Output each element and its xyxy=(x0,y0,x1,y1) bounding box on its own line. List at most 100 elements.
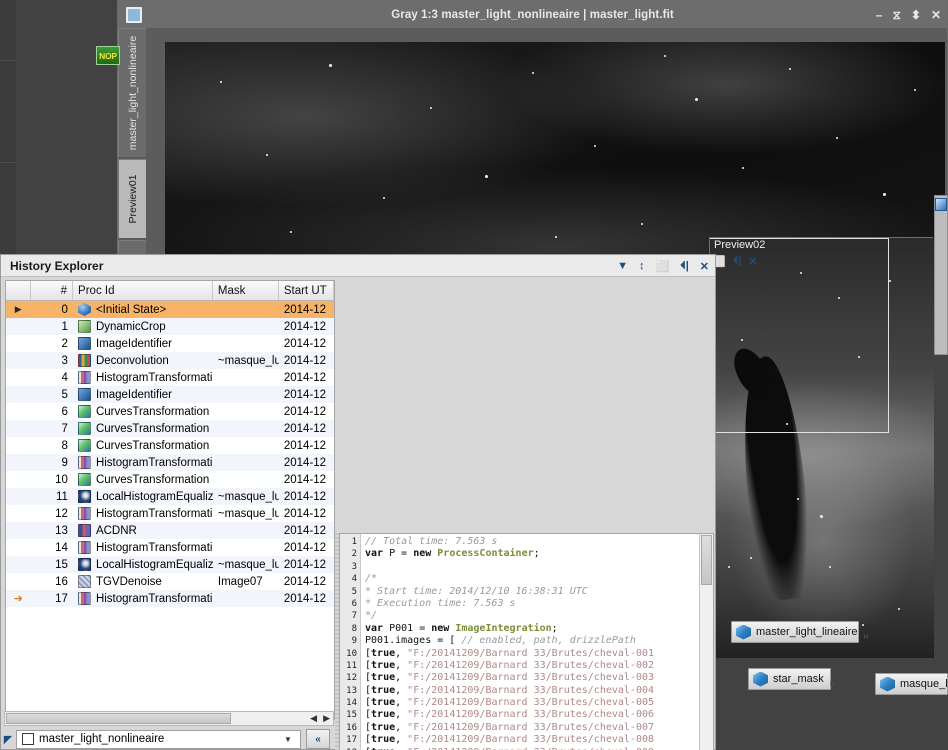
code-line: [true, "F:/20141209/Barnard 33/Brutes/ch… xyxy=(362,722,699,734)
image-window[interactable]: Gray 1:3 master_light_nonlineaire | mast… xyxy=(117,0,948,258)
preview02-canvas[interactable] xyxy=(710,238,934,658)
table-row[interactable]: 13ACDNR2014-12 xyxy=(6,522,334,539)
scroll-left-icon[interactable]: ◀ xyxy=(310,713,317,724)
table-row[interactable]: 8CurvesTransformation2014-12 xyxy=(6,437,334,454)
scrollbar-thumb[interactable] xyxy=(6,713,231,724)
right-edge-panel[interactable] xyxy=(934,195,948,355)
preview02-controls[interactable]: ⬜ ⏴| ✕ xyxy=(712,255,758,268)
table-row[interactable]: 4HistogramTransformation2014-12 xyxy=(6,369,334,386)
row-indicator[interactable] xyxy=(6,488,30,505)
tab-master-light-nonlineaire[interactable]: master_light_nonlineaire xyxy=(118,28,146,158)
tab-preview01[interactable]: Preview01 xyxy=(118,159,146,239)
chevron-down-icon[interactable]: ▼ xyxy=(278,731,298,748)
history-explorer-titlebar[interactable]: History Explorer ▼ ↕ ⬜ ⏴| ✕ xyxy=(1,255,715,277)
row-indicator[interactable] xyxy=(6,335,30,352)
preview02-window[interactable]: Preview02 ⬜ ⏴| ✕ xyxy=(709,237,933,657)
row-indicator[interactable] xyxy=(6,539,30,556)
history-table-body[interactable]: ▶0<Initial State>2014-121DynamicCrop2014… xyxy=(6,301,334,720)
table-row[interactable]: ➜17HistogramTransformation2014-12 xyxy=(6,590,334,607)
proc-id-label: <Initial State> xyxy=(96,304,166,316)
column-header-number[interactable]: # xyxy=(31,281,74,300)
row-indicator[interactable] xyxy=(6,318,30,335)
image-window-controls[interactable]: – ⧖ ⬍ ✕ xyxy=(876,1,941,28)
maximize-icon[interactable]: ⬜ xyxy=(656,260,670,273)
line-number: 5 xyxy=(340,586,360,598)
row-indicator[interactable] xyxy=(6,522,30,539)
updown-icon[interactable]: ↕ xyxy=(639,260,645,272)
code-viewer[interactable]: 1234567891011121314151617181920212223242… xyxy=(339,533,714,750)
row-indicator[interactable] xyxy=(6,437,30,454)
pointer-icon[interactable]: ◤ xyxy=(0,733,16,746)
column-header-expand[interactable] xyxy=(6,281,31,300)
process-tgv-icon xyxy=(78,575,91,588)
cell-number: 9 xyxy=(30,454,73,471)
row-indicator[interactable] xyxy=(6,420,30,437)
maximize-icon[interactable]: ⬍ xyxy=(911,9,921,21)
nop-badge[interactable]: NOP xyxy=(96,46,120,65)
process-hist-icon xyxy=(78,371,91,384)
history-titlebar-controls[interactable]: ▼ ↕ ⬜ ⏴| ✕ xyxy=(617,255,709,277)
cell-mask xyxy=(213,437,279,454)
process-curves-icon xyxy=(78,422,91,435)
row-indicator[interactable] xyxy=(6,352,30,369)
table-row[interactable]: 3Deconvolution~masque_lum2014-12 xyxy=(6,352,334,369)
code-text[interactable]: // Total time: 7.563 svar P = new Proces… xyxy=(362,534,699,750)
table-row[interactable]: 15LocalHistogramEqualization~masque_lum2… xyxy=(6,556,334,573)
column-header-start-ut[interactable]: Start UT xyxy=(279,281,334,300)
history-table[interactable]: # Proc Id Mask Start UT ▶0<Initial State… xyxy=(5,280,335,720)
table-row[interactable]: ▶0<Initial State>2014-12 xyxy=(6,301,334,318)
proc-id-label: ImageIdentifier xyxy=(96,389,172,401)
close-icon[interactable]: ✕ xyxy=(700,260,709,273)
history-table-hscrollbar[interactable]: ◀ ▶ xyxy=(4,711,334,726)
image-canvas[interactable] xyxy=(165,42,945,257)
process-icon-small[interactable] xyxy=(935,198,947,211)
row-indicator[interactable] xyxy=(6,454,30,471)
column-header-mask[interactable]: Mask xyxy=(213,281,279,300)
current-position-icon[interactable]: ➜ xyxy=(6,590,30,607)
chevron-down-icon[interactable]: ▼ xyxy=(617,260,628,272)
history-explorer-window[interactable]: History Explorer ▼ ↕ ⬜ ⏴| ✕ # Proc Id Ma… xyxy=(0,254,716,750)
row-indicator[interactable] xyxy=(6,505,30,522)
image-window-tabs[interactable]: master_light_nonlineaire Preview01 w02 xyxy=(118,28,148,258)
table-hscroll-arrows[interactable]: ◀ ▶ xyxy=(310,713,330,724)
close-icon[interactable]: ✕ xyxy=(931,9,941,21)
table-row[interactable]: 14HistogramTransformation2014-12 xyxy=(6,539,334,556)
table-row[interactable]: 12HistogramTransformation~masque_lum2014… xyxy=(6,505,334,522)
close-icon[interactable]: ✕ xyxy=(748,255,757,268)
minimize-icon[interactable]: – xyxy=(876,9,883,21)
table-row[interactable]: 1DynamicCrop2014-12 xyxy=(6,318,334,335)
image-selector[interactable]: master_light_nonlineaire ▼ xyxy=(16,730,301,749)
row-indicator[interactable] xyxy=(6,556,30,573)
process-chip-masque-lum[interactable]: masque_lum xyxy=(875,673,948,695)
table-row[interactable]: 5ImageIdentifier2014-12 xyxy=(6,386,334,403)
rewind-button[interactable]: « xyxy=(306,729,330,749)
table-row[interactable]: 10CurvesTransformation2014-12 xyxy=(6,471,334,488)
image-window-titlebar[interactable]: Gray 1:3 master_light_nonlineaire | mast… xyxy=(118,1,947,28)
cell-proc-id: <Initial State> xyxy=(73,301,213,318)
cell-number: 7 xyxy=(30,420,73,437)
row-expand-icon[interactable]: ▶ xyxy=(6,301,30,318)
scrollbar-thumb[interactable] xyxy=(701,535,712,585)
table-row[interactable]: 7CurvesTransformation2014-12 xyxy=(6,420,334,437)
dock-icon[interactable]: ⏴| xyxy=(733,255,742,268)
iconize-icon[interactable]: ⧖ xyxy=(892,9,900,21)
scroll-right-icon[interactable]: ▶ xyxy=(323,713,330,724)
table-row[interactable]: 6CurvesTransformation2014-12 xyxy=(6,403,334,420)
dock-icon[interactable]: ⏴| xyxy=(680,260,689,273)
table-row[interactable]: 11LocalHistogramEqualization~masque_lum2… xyxy=(6,488,334,505)
table-row[interactable]: 9HistogramTransformation2014-12 xyxy=(6,454,334,471)
process-chip-star-mask[interactable]: star_mask N xyxy=(748,668,831,690)
cell-start-ut: 2014-12 xyxy=(279,454,334,471)
code-vertical-scrollbar[interactable]: ▲ ▼ xyxy=(699,534,713,750)
line-number: 18 xyxy=(340,747,360,750)
history-footer[interactable]: ◤ master_light_nonlineaire ▼ « xyxy=(0,728,334,750)
table-row[interactable]: 16TGVDenoiseImage072014-12 xyxy=(6,573,334,590)
column-header-proc-id[interactable]: Proc Id xyxy=(73,281,213,300)
table-row[interactable]: 2ImageIdentifier2014-12 xyxy=(6,335,334,352)
row-indicator[interactable] xyxy=(6,573,30,590)
row-indicator[interactable] xyxy=(6,403,30,420)
row-indicator[interactable] xyxy=(6,471,30,488)
process-chip-master-light-lineaire[interactable]: master_light_lineaire H xyxy=(731,621,859,643)
row-indicator[interactable] xyxy=(6,386,30,403)
row-indicator[interactable] xyxy=(6,369,30,386)
